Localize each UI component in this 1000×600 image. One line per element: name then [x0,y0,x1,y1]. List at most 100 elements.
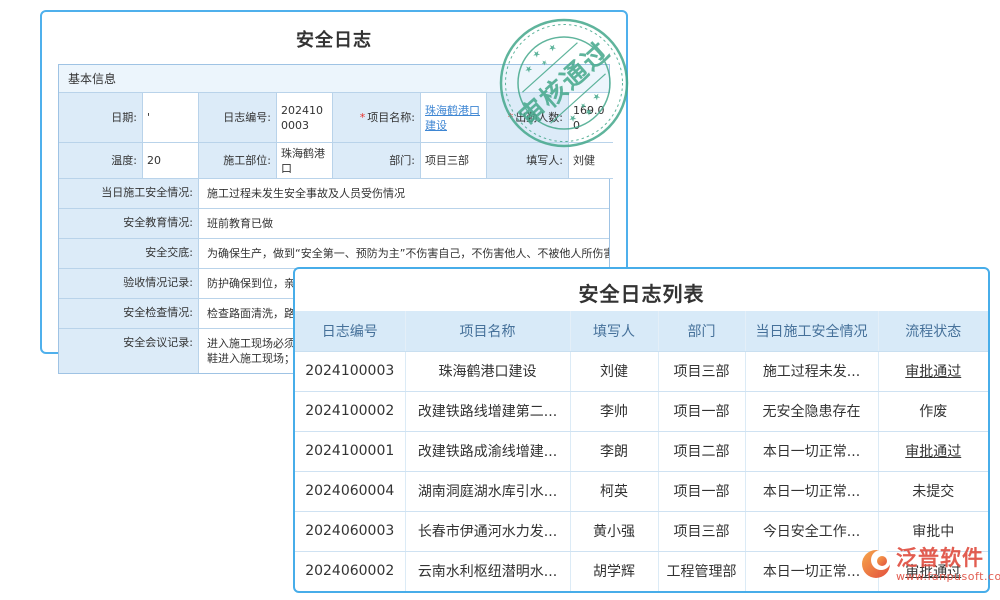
column-header: 部门 [658,311,745,351]
field-label: 日志编号: [199,93,277,143]
log-id-link[interactable]: 2024100001 [295,431,405,471]
column-header: 流程状态 [878,311,988,351]
required-marker: * [508,110,514,125]
project-link[interactable]: 长春市伊通河水力发... [405,511,570,551]
field-value-text: 169.00 [573,103,609,133]
field-value: 169.00 [569,93,613,143]
form-detail-row: 安全交底:为确保生产，做到“安全第一、预防为主”不伤害自己，不伤害他人、不被他人… [59,239,609,269]
list-title: 安全日志列表 [295,269,988,311]
field-value-text: 2024100003 [281,103,328,133]
workflow-status-link[interactable]: 作废 [878,391,988,431]
workflow-status-link[interactable]: 未提交 [878,471,988,511]
form-title: 安全日志 [42,12,626,62]
field-value-text: 刘健 [573,153,595,168]
dept-cell: 工程管理部 [658,551,745,591]
project-link[interactable]: 湖南洞庭湖水库引水... [405,471,570,511]
form-field-grid: 日期:'日志编号:2024100003*项目名称:珠海鹤港口建设*出勤人数:16… [59,93,609,179]
log-id-link[interactable]: 2024100003 [295,351,405,391]
writer-link[interactable]: 黄小强 [570,511,658,551]
workflow-status-link[interactable]: 审批通过 [878,351,988,391]
table-row: 2024060004湖南洞庭湖水库引水...柯英项目一部本日一切正常...未提交 [295,471,988,511]
page: 安全日志 基本信息 日期:'日志编号:2024100003*项目名称:珠海鹤港口… [0,0,1000,600]
field-label-text: 部门: [389,153,415,168]
column-header: 当日施工安全情况 [745,311,878,351]
field-value: 刘健 [569,143,613,179]
dept-cell: 项目三部 [658,511,745,551]
dept-cell: 项目一部 [658,391,745,431]
detail-label: 安全会议记录: [59,329,199,373]
table-row: 2024100001改建铁路成渝线增建...李朗项目二部本日一切正常...审批通… [295,431,988,471]
safety-status-cell: 本日一切正常... [745,551,878,591]
dept-cell: 项目三部 [658,351,745,391]
field-label: 温度: [59,143,143,179]
fanpu-watermark: 泛普软件 www.fanpusoft.com [860,546,1000,583]
watermark-url: www.fanpusoft.com [896,570,1000,583]
table-row: 2024100002改建铁路线增建第二...李帅项目一部无安全隐患存在作废 [295,391,988,431]
workflow-status-link[interactable]: 审批中 [878,511,988,551]
log-id-link[interactable]: 2024060003 [295,511,405,551]
field-label: *项目名称: [333,93,421,143]
safety-log-list-window: 安全日志列表 日志编号项目名称填写人部门当日施工安全情况流程状态 2024100… [293,267,990,593]
field-value-text: 项目三部 [425,153,469,168]
field-value: 珠海鹤港口建设 [421,93,487,143]
safety-status-cell: 本日一切正常... [745,471,878,511]
log-id-link[interactable]: 2024060002 [295,551,405,591]
fanpu-logo-icon [860,546,894,580]
detail-value: 施工过程未发生安全事故及人员受伤情况 [199,179,609,208]
safety-status-cell: 本日一切正常... [745,431,878,471]
dept-cell: 项目一部 [658,471,745,511]
project-link[interactable]: 珠海鹤港口建设 [405,351,570,391]
writer-link[interactable]: 李朗 [570,431,658,471]
watermark-brand: 泛普软件 [896,546,1000,570]
field-label-text: 填写人: [526,153,563,168]
field-value: ' [143,93,199,143]
project-link[interactable]: 改建铁路线增建第二... [405,391,570,431]
field-value-text: 20 [147,153,161,168]
detail-label: 验收情况记录: [59,269,199,298]
writer-link[interactable]: 刘健 [570,351,658,391]
table-header-row: 日志编号项目名称填写人部门当日施工安全情况流程状态 [295,311,988,351]
detail-label: 安全教育情况: [59,209,199,238]
field-label-text: 项目名称: [367,110,415,125]
field-value: 项目三部 [421,143,487,179]
writer-link[interactable]: 柯英 [570,471,658,511]
column-header: 填写人 [570,311,658,351]
section-header-label: 基本信息 [59,65,609,93]
safety-status-cell: 施工过程未发... [745,351,878,391]
field-label-text: 施工部位: [223,153,271,168]
field-label: 部门: [333,143,421,179]
field-value: 2024100003 [277,93,333,143]
watermark-text: 泛普软件 www.fanpusoft.com [896,546,1000,583]
project-name-link[interactable]: 珠海鹤港口建设 [425,103,482,133]
project-link[interactable]: 云南水利枢纽潜明水... [405,551,570,591]
field-value: 珠海鹤港口 [277,143,333,179]
field-label: *出勤人数: [487,93,569,143]
table-row: 2024060003长春市伊通河水力发...黄小强项目三部今日安全工作...审批… [295,511,988,551]
form-detail-row: 安全教育情况:班前教育已做 [59,209,609,239]
detail-value: 班前教育已做 [199,209,609,238]
writer-link[interactable]: 李帅 [570,391,658,431]
field-value-text: 珠海鹤港口 [281,146,328,176]
log-id-link[interactable]: 2024100002 [295,391,405,431]
field-value: 20 [143,143,199,179]
project-link[interactable]: 改建铁路成渝线增建... [405,431,570,471]
field-label-text: 出勤人数: [515,110,563,125]
column-header: 日志编号 [295,311,405,351]
workflow-status-link[interactable]: 审批通过 [878,431,988,471]
detail-label: 安全检查情况: [59,299,199,328]
detail-value: 为确保生产，做到“安全第一、预防为主”不伤害自己，不伤害他人、不被他人所伤害。 [199,239,609,268]
field-label: 施工部位: [199,143,277,179]
detail-label: 安全交底: [59,239,199,268]
form-detail-row: 当日施工安全情况:施工过程未发生安全事故及人员受伤情况 [59,179,609,209]
field-label: 填写人: [487,143,569,179]
field-label-text: 日期: [111,110,137,125]
field-label-text: 日志编号: [223,110,271,125]
column-header: 项目名称 [405,311,570,351]
table-row: 2024100003珠海鹤港口建设刘健项目三部施工过程未发...审批通过 [295,351,988,391]
field-label: 日期: [59,93,143,143]
log-id-link[interactable]: 2024060004 [295,471,405,511]
writer-link[interactable]: 胡学辉 [570,551,658,591]
safety-status-cell: 今日安全工作... [745,511,878,551]
field-label-text: 温度: [111,153,137,168]
field-value-text: ' [147,110,150,125]
